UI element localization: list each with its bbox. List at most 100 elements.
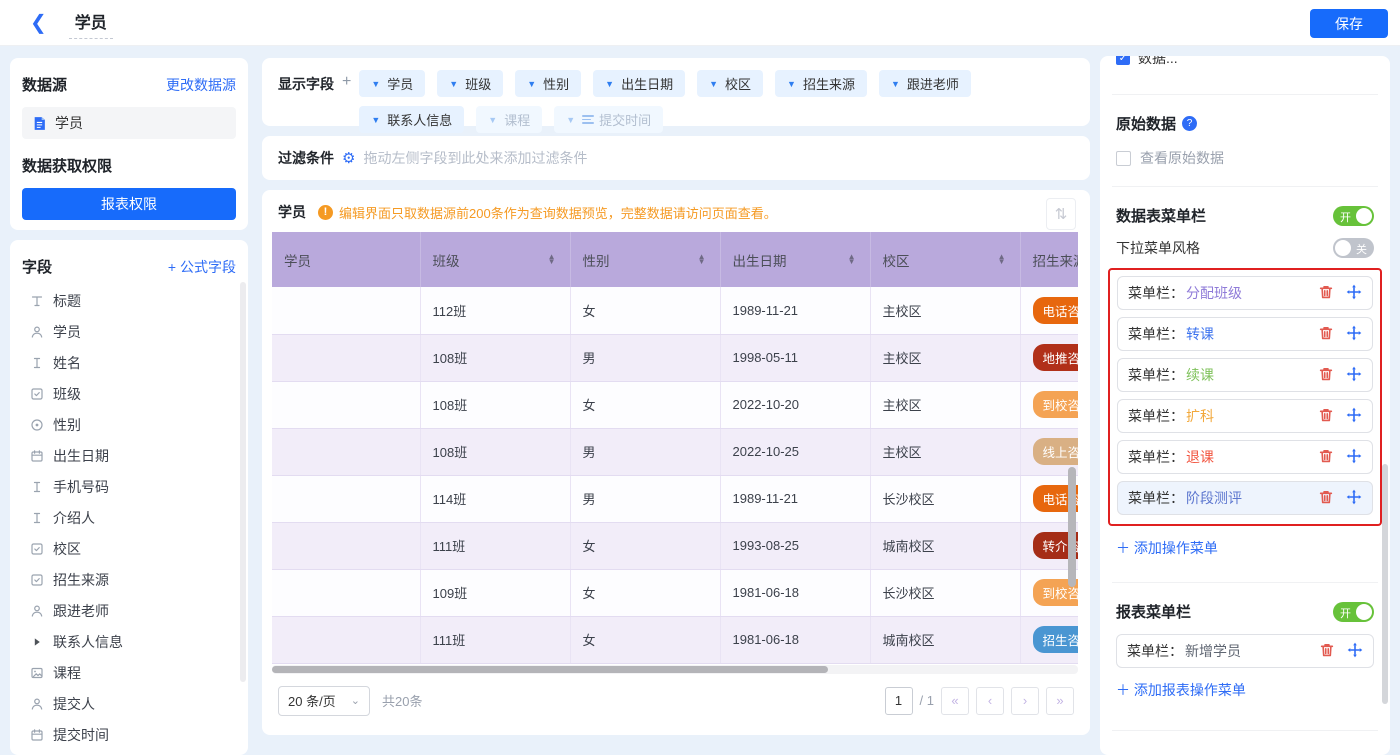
menu-item-新增学员[interactable]: 菜单栏：新增学员 xyxy=(1116,634,1374,668)
add-display-field-button[interactable]: + xyxy=(342,73,351,114)
table-menu-toggle[interactable]: 开 xyxy=(1333,206,1374,226)
field-item-性别[interactable]: 性别 xyxy=(22,409,236,440)
table-row[interactable]: 111班女1981-06-18城南校区 招生咨询 xyxy=(272,616,1078,663)
back-icon[interactable]: ❮ xyxy=(30,13,47,33)
display-chip-学员[interactable]: ▼ 学员 xyxy=(359,70,425,97)
field-item-出生日期[interactable]: 出生日期 xyxy=(22,440,236,471)
field-item-班级[interactable]: 班级 xyxy=(22,378,236,409)
move-icon[interactable] xyxy=(1346,407,1362,426)
delete-icon[interactable] xyxy=(1318,284,1334,303)
column-header-招生来源[interactable]: 招生来源 xyxy=(1020,232,1078,287)
field-item-介绍人[interactable]: 介绍人 xyxy=(22,502,236,533)
field-item-提交时间[interactable]: 提交时间 xyxy=(22,719,236,750)
add-report-action-menu-link[interactable]: ＋ 添加报表操作菜单 xyxy=(1116,680,1374,700)
calendar-icon xyxy=(30,449,44,463)
fields-title: 字段 xyxy=(22,256,52,277)
delete-icon[interactable] xyxy=(1318,407,1334,426)
display-chip-性别[interactable]: ▼ 性别 xyxy=(515,70,581,97)
dropdown-style-toggle[interactable]: 关 xyxy=(1333,238,1374,258)
table-row[interactable]: 109班女1981-06-18长沙校区 到校咨询 xyxy=(272,569,1078,616)
sort-arrows-icon[interactable]: ▲▼ xyxy=(548,255,556,264)
display-chip-联系人信息[interactable]: ▼ 联系人信息 xyxy=(359,106,464,133)
column-header-出生日期[interactable]: 出生日期 ▲▼ xyxy=(720,232,870,287)
horizontal-scrollbar[interactable] xyxy=(272,665,1078,674)
move-icon[interactable] xyxy=(1346,366,1362,385)
sort-arrows-icon[interactable]: ▲▼ xyxy=(998,255,1006,264)
vertical-scrollbar[interactable] xyxy=(1068,467,1076,587)
column-header-校区[interactable]: 校区 ▲▼ xyxy=(870,232,1020,287)
delete-icon[interactable] xyxy=(1319,642,1335,661)
field-item-跟进老师[interactable]: 跟进老师 xyxy=(22,595,236,626)
field-item-校区[interactable]: 校区 xyxy=(22,533,236,564)
table-row[interactable]: 114班男1989-11-21长沙校区 电话咨询 xyxy=(272,475,1078,522)
delete-icon[interactable] xyxy=(1318,489,1334,508)
prev-page-button[interactable]: ‹ xyxy=(976,687,1004,715)
menu-item-扩科[interactable]: 菜单栏：扩科 xyxy=(1117,399,1373,433)
move-icon[interactable] xyxy=(1346,325,1362,344)
table-row[interactable]: 108班男1998-05-11主校区 地推咨询 xyxy=(272,334,1078,381)
delete-icon[interactable] xyxy=(1318,325,1334,344)
field-item-手机号码[interactable]: 手机号码 xyxy=(22,471,236,502)
report-permission-button[interactable]: 报表权限 xyxy=(22,188,236,220)
first-page-button[interactable]: « xyxy=(941,687,969,715)
select-icon xyxy=(30,542,44,556)
display-chip-班级[interactable]: ▼ 班级 xyxy=(437,70,503,97)
delete-icon[interactable] xyxy=(1318,366,1334,385)
save-button[interactable]: 保存 xyxy=(1310,9,1388,38)
column-header-性别[interactable]: 性别 ▲▼ xyxy=(570,232,720,287)
table-sort-button[interactable]: ⇅ xyxy=(1046,198,1076,230)
title-icon xyxy=(30,294,44,308)
menu-item-阶段测评[interactable]: 菜单栏：阶段测评 xyxy=(1117,481,1373,515)
change-datasource-link[interactable]: 更改数据源 xyxy=(166,75,236,95)
field-item-招生来源[interactable]: 招生来源 xyxy=(22,564,236,595)
view-raw-data-checkbox[interactable]: 查看原始数据 xyxy=(1116,148,1374,168)
column-header-班级[interactable]: 班级 ▲▼ xyxy=(420,232,570,287)
source-badge: 电话咨询 xyxy=(1033,297,1079,324)
display-chip-招生来源[interactable]: ▼ 招生来源 xyxy=(775,70,867,97)
settings-scrollbar[interactable] xyxy=(1382,464,1388,704)
next-page-button[interactable]: › xyxy=(1011,687,1039,715)
menu-item-转课[interactable]: 菜单栏：转课 xyxy=(1117,317,1373,351)
field-item-课程[interactable]: 课程 xyxy=(22,657,236,688)
add-action-menu-link[interactable]: ＋ 添加操作菜单 xyxy=(1116,538,1374,558)
move-icon[interactable] xyxy=(1346,489,1362,508)
field-item-标题[interactable]: 标题 xyxy=(22,285,236,316)
fields-scrollbar[interactable] xyxy=(240,282,246,682)
pagination: 20 条/页 ⌄ 共20条 1 / 1 « ‹ › » xyxy=(262,674,1090,728)
current-page-input[interactable]: 1 xyxy=(885,687,913,715)
sort-arrows-icon[interactable]: ▲▼ xyxy=(848,255,856,264)
table-row[interactable]: 112班女1989-11-21主校区 电话咨询 xyxy=(272,287,1078,334)
table-row[interactable]: 108班女2022-10-20主校区 到校咨询 xyxy=(272,381,1078,428)
display-chip-跟进老师[interactable]: ▼ 跟进老师 xyxy=(879,70,971,97)
last-page-button[interactable]: » xyxy=(1046,687,1074,715)
move-icon[interactable] xyxy=(1346,448,1362,467)
move-icon[interactable] xyxy=(1346,284,1362,303)
gear-icon[interactable]: ⚙ xyxy=(342,149,355,167)
field-item-提交人[interactable]: 提交人 xyxy=(22,688,236,719)
menu-item-续课[interactable]: 菜单栏：续课 xyxy=(1117,358,1373,392)
filter-dropzone-placeholder[interactable]: 拖动左侧字段到此处来添加过滤条件 xyxy=(363,148,587,168)
datasource-item[interactable]: 学员 xyxy=(22,107,236,139)
filter-panel: 过滤条件 ⚙ 拖动左侧字段到此处来添加过滤条件 xyxy=(262,136,1090,180)
page-title[interactable]: 学员 xyxy=(69,7,113,39)
display-chip-出生日期[interactable]: ▼ 出生日期 xyxy=(593,70,685,97)
display-chip-课程[interactable]: ▼ 课程 xyxy=(476,106,542,133)
report-menu-toggle[interactable]: 开 xyxy=(1333,602,1374,622)
move-icon[interactable] xyxy=(1347,642,1363,661)
menu-item-退课[interactable]: 菜单栏：退课 xyxy=(1117,440,1373,474)
page-size-select[interactable]: 20 条/页 ⌄ xyxy=(278,686,370,716)
delete-icon[interactable] xyxy=(1318,448,1334,467)
field-item-学员[interactable]: 学员 xyxy=(22,316,236,347)
menu-item-分配班级[interactable]: 菜单栏：分配班级 xyxy=(1117,276,1373,310)
add-formula-field-link[interactable]: + 公式字段 xyxy=(168,257,236,277)
checked-checkbox-icon[interactable]: ✓ xyxy=(1116,56,1130,65)
display-chip-提交时间[interactable]: ▼ 提交时间 xyxy=(554,106,663,133)
display-chip-校区[interactable]: ▼ 校区 xyxy=(697,70,763,97)
field-item-联系人信息[interactable]: 联系人信息 xyxy=(22,626,236,657)
table-row[interactable]: 111班女1993-08-25城南校区 转介咨询 xyxy=(272,522,1078,569)
field-item-姓名[interactable]: 姓名 xyxy=(22,347,236,378)
table-row[interactable]: 108班男2022-10-25主校区 线上咨询 xyxy=(272,428,1078,475)
help-icon[interactable]: ? xyxy=(1182,116,1197,131)
column-header-学员[interactable]: 学员 xyxy=(272,232,420,287)
sort-arrows-icon[interactable]: ▲▼ xyxy=(698,255,706,264)
